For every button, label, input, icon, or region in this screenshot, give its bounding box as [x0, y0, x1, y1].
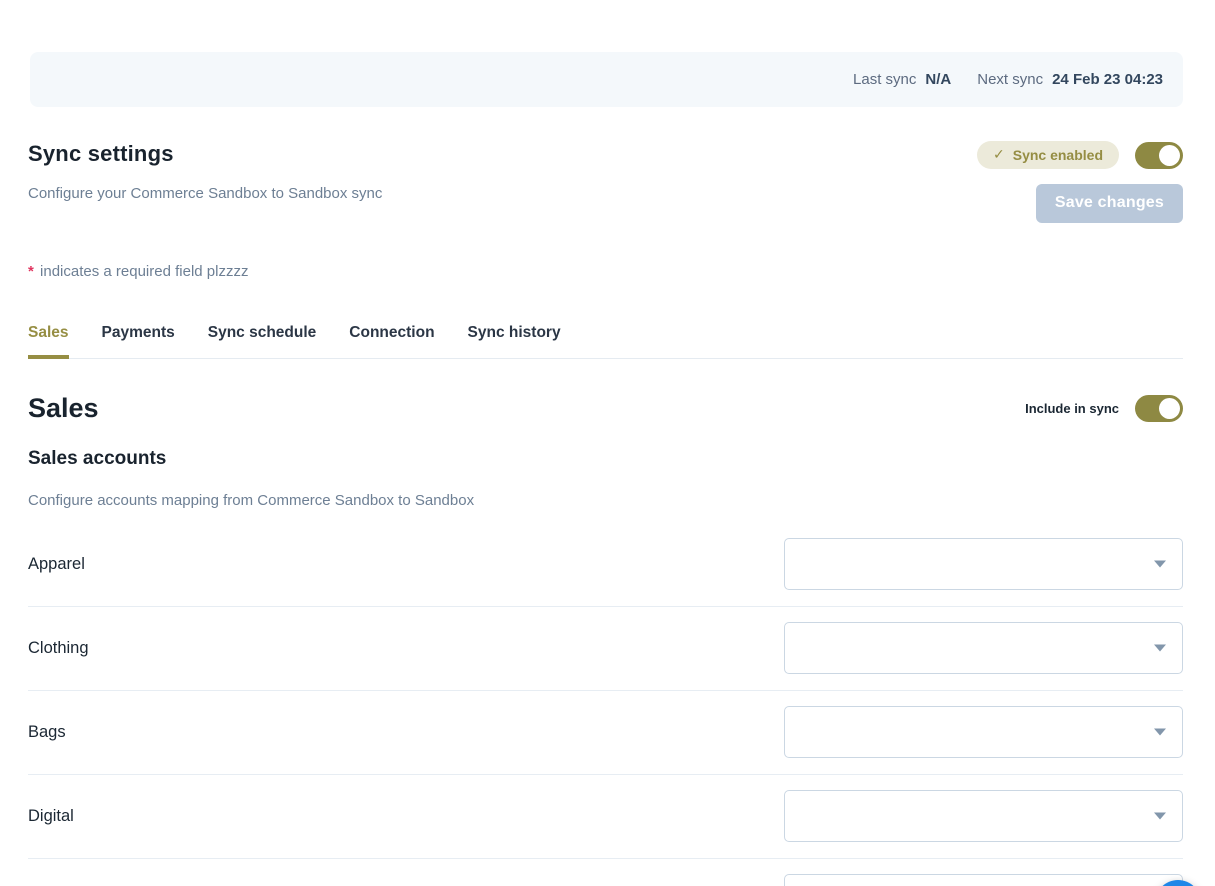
- next-sync-value: 24 Feb 23 04:23: [1052, 71, 1163, 88]
- mapping-row-clothing: Clothing: [28, 607, 1183, 691]
- tab-sync-schedule[interactable]: Sync schedule: [208, 324, 317, 359]
- last-sync: Last sync N/A: [853, 71, 951, 88]
- mapping-row-hoodies: Hoodies: [28, 859, 1183, 886]
- sync-status-bar: Last sync N/A Next sync 24 Feb 23 04:23: [30, 52, 1183, 107]
- chevron-down-icon: [1154, 645, 1166, 652]
- chevron-down-icon: [1154, 813, 1166, 820]
- include-in-sync-label: Include in sync: [1025, 401, 1119, 416]
- chevron-down-icon: [1154, 561, 1166, 568]
- save-changes-button[interactable]: Save changes: [1036, 184, 1183, 223]
- page-header-right: ✓ Sync enabled Save changes: [977, 141, 1183, 223]
- sync-enabled-toggle[interactable]: [1135, 142, 1183, 169]
- required-note-text: indicates a required field plzzzz: [40, 263, 248, 280]
- mapping-row-label: Apparel: [28, 555, 85, 574]
- account-select-clothing[interactable]: [784, 622, 1183, 674]
- accounts-mapping-list: Apparel Clothing Bags Digital: [28, 538, 1183, 886]
- page-header: Sync settings Configure your Commerce Sa…: [28, 141, 1183, 223]
- tab-connection[interactable]: Connection: [349, 324, 434, 359]
- required-asterisk: *: [28, 263, 34, 280]
- next-sync-label: Next sync: [977, 71, 1043, 88]
- sales-accounts-description: Configure accounts mapping from Commerce…: [28, 492, 1183, 509]
- page-header-left: Sync settings Configure your Commerce Sa…: [28, 141, 382, 202]
- tab-sync-history[interactable]: Sync history: [468, 324, 561, 359]
- include-in-sync-toggle[interactable]: [1135, 395, 1183, 422]
- tab-sales[interactable]: Sales: [28, 324, 69, 359]
- last-sync-label: Last sync: [853, 71, 916, 88]
- sales-accounts-title: Sales accounts: [28, 448, 1183, 470]
- required-field-note: * indicates a required field plzzzz: [28, 263, 1183, 280]
- sales-section-title: Sales: [28, 393, 99, 424]
- account-select-apparel[interactable]: [784, 538, 1183, 590]
- mapping-row-bags: Bags: [28, 691, 1183, 775]
- tab-payments[interactable]: Payments: [102, 324, 175, 359]
- chevron-down-icon: [1154, 729, 1166, 736]
- page-title: Sync settings: [28, 141, 382, 167]
- sync-enabled-badge-label: Sync enabled: [1013, 147, 1103, 163]
- mapping-row-apparel: Apparel: [28, 538, 1183, 607]
- sales-section-header: Sales Include in sync: [28, 393, 1183, 424]
- next-sync: Next sync 24 Feb 23 04:23: [977, 71, 1163, 88]
- mapping-row-digital: Digital: [28, 775, 1183, 859]
- last-sync-value: N/A: [925, 71, 951, 88]
- settings-tabs: Sales Payments Sync schedule Connection …: [28, 324, 1183, 359]
- toggle-knob: [1159, 398, 1180, 419]
- mapping-row-label: Digital: [28, 807, 74, 826]
- page-subtitle: Configure your Commerce Sandbox to Sandb…: [28, 185, 382, 202]
- account-select-digital[interactable]: [784, 790, 1183, 842]
- mapping-row-label: Clothing: [28, 639, 89, 658]
- account-select-bags[interactable]: [784, 706, 1183, 758]
- check-icon: ✓: [993, 146, 1005, 163]
- mapping-row-label: Bags: [28, 723, 66, 742]
- account-select-hoodies[interactable]: [784, 874, 1183, 886]
- toggle-knob: [1159, 145, 1180, 166]
- sync-enabled-badge: ✓ Sync enabled: [977, 141, 1119, 169]
